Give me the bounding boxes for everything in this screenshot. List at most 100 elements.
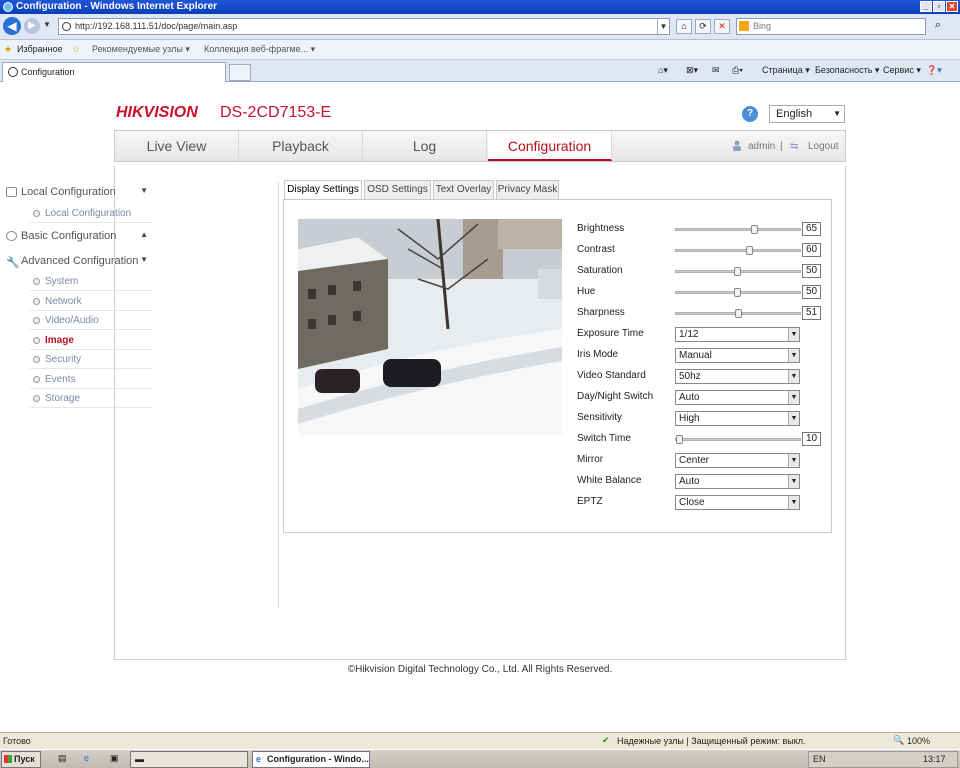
brightness-slider[interactable] <box>675 225 801 234</box>
mail-icon[interactable]: ✉ <box>712 65 720 76</box>
safety-menu[interactable]: Безопасность ▾ <box>815 65 879 76</box>
help-menu-icon[interactable]: ❓▾ <box>926 65 942 76</box>
contrast-value[interactable]: 60 <box>802 243 821 257</box>
switch-time-value[interactable]: 10 <box>802 432 821 446</box>
sidebar-section-basic[interactable]: Basic Configuration ▲ <box>4 230 152 242</box>
sidebar-section-advanced[interactable]: 🔧 Advanced Configuration ▼ <box>4 255 152 269</box>
saturation-value[interactable]: 50 <box>802 264 821 278</box>
page-menu[interactable]: Страница ▾ <box>762 65 810 76</box>
sidebar-item-storage[interactable]: Storage <box>30 389 152 408</box>
favorites-button[interactable]: Избранное <box>17 44 63 54</box>
security-zone-text[interactable]: Надежные узлы | Защищенный режим: выкл. <box>617 736 806 746</box>
white-balance-select[interactable]: Auto ▼ <box>675 474 800 489</box>
back-button[interactable]: ◀ <box>3 17 21 35</box>
sensitivity-select[interactable]: High ▼ <box>675 411 800 426</box>
slider-thumb[interactable] <box>676 435 683 444</box>
quicklaunch-ie-icon[interactable]: e <box>84 753 89 763</box>
start-button[interactable]: Пуск <box>1 751 41 768</box>
sidebar-item-security[interactable]: Security <box>30 350 152 369</box>
logout-icon[interactable]: ⇆ <box>790 141 798 152</box>
chevron-up-icon: ▲ <box>140 230 148 239</box>
close-button[interactable]: ✕ <box>946 1 958 12</box>
home-icon[interactable]: ⌂▾ <box>658 65 668 76</box>
stop-icon[interactable]: ✕ <box>714 19 730 34</box>
tab-text-overlay[interactable]: Text Overlay <box>433 180 494 200</box>
tab-display-settings[interactable]: Display Settings <box>284 180 362 200</box>
mirror-select[interactable]: Center ▼ <box>675 453 800 468</box>
address-dropdown-icon[interactable]: ▼ <box>657 19 669 34</box>
new-tab-button[interactable] <box>229 64 251 81</box>
print-icon[interactable]: ⎙▾ <box>732 65 743 76</box>
slider-thumb[interactable] <box>734 267 741 276</box>
switch-time-label: Switch Time <box>577 433 631 444</box>
slider-thumb[interactable] <box>735 309 743 318</box>
tab-live-view[interactable]: Live View <box>115 131 239 161</box>
slider-thumb[interactable] <box>745 246 753 255</box>
compatibility-icon[interactable]: ⌂ <box>676 19 692 34</box>
day-night-select[interactable]: Auto ▼ <box>675 390 800 405</box>
day-night-label: Day/Night Switch <box>577 391 654 402</box>
forward-button[interactable]: ▶ <box>24 18 40 34</box>
gear-icon <box>6 231 17 241</box>
taskbar-item-console[interactable]: ▬ <box>130 751 248 768</box>
eptz-select[interactable]: Close ▼ <box>675 495 800 510</box>
history-dropdown-icon[interactable]: ▼ <box>43 20 51 29</box>
language-indicator[interactable]: EN <box>813 754 826 764</box>
sidebar-item-events[interactable]: Events <box>30 370 152 389</box>
sidebar-item-label: Network <box>45 296 82 307</box>
minimize-button[interactable]: _ <box>920 1 932 12</box>
maximize-button[interactable]: ▫ <box>933 1 945 12</box>
address-input[interactable]: http://192.168.111.51/doc/page/main.asp … <box>58 18 670 35</box>
sidebar-item-video-audio[interactable]: Video/Audio <box>30 311 152 330</box>
sharpness-label: Sharpness <box>577 307 625 318</box>
tab-playback[interactable]: Playback <box>239 131 363 161</box>
saturation-slider[interactable] <box>675 267 801 276</box>
bullet-icon <box>33 210 40 217</box>
fav-link-suggested[interactable]: Рекомендуемые узлы ▾ <box>92 44 190 55</box>
add-favorite-icon[interactable]: ☆ <box>72 44 80 55</box>
refresh-icon[interactable]: ⟳ <box>695 19 711 34</box>
browser-tab[interactable]: Configuration <box>2 62 226 82</box>
sidebar-item-system[interactable]: System <box>30 272 152 291</box>
language-select[interactable]: English ▼ <box>769 105 845 123</box>
chevron-down-icon: ▼ <box>788 391 799 404</box>
contrast-slider[interactable] <box>675 246 801 255</box>
clock[interactable]: 13:17 <box>923 754 946 764</box>
search-icon[interactable]: ⌕ <box>929 18 947 35</box>
sidebar-item-local-configuration[interactable]: Local Configuration <box>30 204 152 223</box>
tab-osd-settings[interactable]: OSD Settings <box>364 180 431 200</box>
chevron-down-icon: ▼ <box>140 186 148 195</box>
bullet-icon <box>33 337 40 344</box>
fav-link-webslices[interactable]: Коллекция веб-фрагме... ▾ <box>204 44 315 55</box>
zoom-level[interactable]: 100% <box>907 736 930 746</box>
sidebar-section-local[interactable]: Local Configuration ▼ <box>4 186 152 198</box>
quicklaunch-desktop-icon[interactable]: ▤ <box>58 753 67 764</box>
search-input[interactable]: Bing <box>736 18 926 35</box>
hue-slider[interactable] <box>675 288 801 297</box>
video-standard-select[interactable]: 50hz ▼ <box>675 369 800 384</box>
tab-privacy-mask[interactable]: Privacy Mask <box>496 180 559 200</box>
tools-menu[interactable]: Сервис ▾ <box>883 65 921 76</box>
tab-configuration[interactable]: Configuration <box>488 131 612 161</box>
sharpness-slider[interactable] <box>675 309 801 318</box>
sidebar-item-image[interactable]: Image <box>30 331 152 350</box>
taskbar-item-ie[interactable]: e Configuration - Windo... <box>252 751 370 768</box>
logout-link[interactable]: Logout <box>808 141 839 152</box>
feeds-icon[interactable]: ⊠▾ <box>686 65 698 76</box>
slider-thumb[interactable] <box>734 288 741 297</box>
switch-time-slider[interactable] <box>675 435 801 444</box>
slider-thumb[interactable] <box>751 225 759 234</box>
iris-mode-select[interactable]: Manual ▼ <box>675 348 800 363</box>
zoom-icon: 🔍 <box>893 735 905 745</box>
hue-value[interactable]: 50 <box>802 285 821 299</box>
tab-log[interactable]: Log <box>363 131 487 161</box>
sidebar-item-network[interactable]: Network <box>30 292 152 311</box>
exposure-time-select[interactable]: 1/12 ▼ <box>675 327 800 342</box>
brightness-value[interactable]: 65 <box>802 222 821 236</box>
sidebar-item-label: Image <box>45 335 74 346</box>
quicklaunch-folder-icon[interactable]: ▣ <box>110 753 119 764</box>
bing-icon <box>739 21 749 31</box>
help-icon[interactable]: ? <box>742 106 758 122</box>
sharpness-value[interactable]: 51 <box>802 306 821 320</box>
chevron-down-icon: ▼ <box>788 328 799 341</box>
